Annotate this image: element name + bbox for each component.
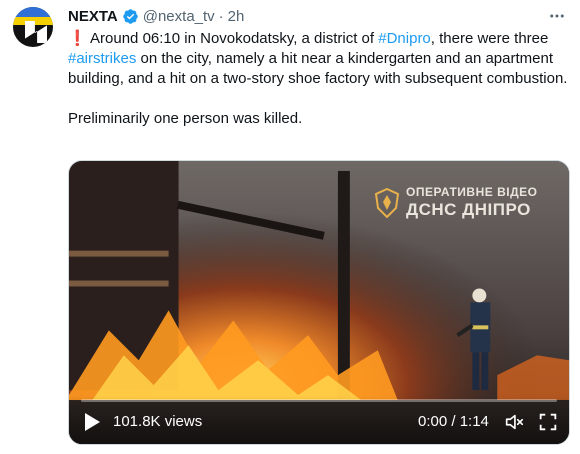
- hashtag-dnipro-link[interactable]: #Dnipro: [378, 30, 431, 47]
- tweet-timestamp[interactable]: 2h: [228, 8, 245, 25]
- video-view-count: 101.8K views: [113, 413, 203, 430]
- play-icon[interactable]: [83, 412, 101, 432]
- hashtag-airstrikes-link[interactable]: #airstrikes: [68, 50, 136, 67]
- volume-icon[interactable]: [503, 411, 525, 433]
- video-timecode: 0:00 / 1:14: [418, 413, 489, 430]
- watermark-line-2: ДСНС ДНІПРО: [406, 200, 531, 219]
- more-options-button[interactable]: [546, 6, 568, 26]
- tweet-header: NEXTA @nexta_tv · 2h: [68, 6, 244, 26]
- separator-dot: ·: [218, 7, 224, 25]
- video-controls: 101.8K views 0:00 / 1:14: [69, 396, 569, 444]
- verified-badge-icon: [122, 8, 138, 24]
- fullscreen-icon[interactable]: [537, 411, 559, 433]
- tweet-text: ❗ Around 06:10 in Novokodatsky, a distri…: [68, 29, 568, 129]
- watermark-line-1: ОПЕРАТИВНЕ ВІДЕО: [406, 185, 538, 199]
- avatar[interactable]: [13, 7, 53, 47]
- alert-exclamation-icon: ❗: [68, 30, 87, 47]
- author-handle[interactable]: @nexta_tv: [143, 8, 215, 25]
- avatar-flag-blue: [13, 7, 53, 17]
- tweet-text-part-3: on the city, namely a hit near a kinderg…: [68, 50, 568, 87]
- tweet-text-part-2: , there were three: [430, 30, 549, 47]
- video-player[interactable]: ОПЕРАТИВНЕ ВІДЕО ДСНС ДНІПРО 101.8K view…: [68, 160, 570, 445]
- more-options-icon: [550, 14, 564, 18]
- video-watermark: ОПЕРАТИВНЕ ВІДЕО ДСНС ДНІПРО: [374, 185, 538, 220]
- tweet-text-part-1: Around 06:10 in Novokodatsky, a district…: [86, 30, 379, 47]
- dsns-emblem-icon: [374, 187, 400, 218]
- tweet-paragraph-2: Preliminarily one person was killed.: [68, 110, 303, 127]
- author-name[interactable]: NEXTA: [68, 8, 118, 25]
- tweet-paragraph-1: ❗ Around 06:10 in Novokodatsky, a distri…: [68, 29, 568, 89]
- video-progress-bar[interactable]: [81, 399, 557, 402]
